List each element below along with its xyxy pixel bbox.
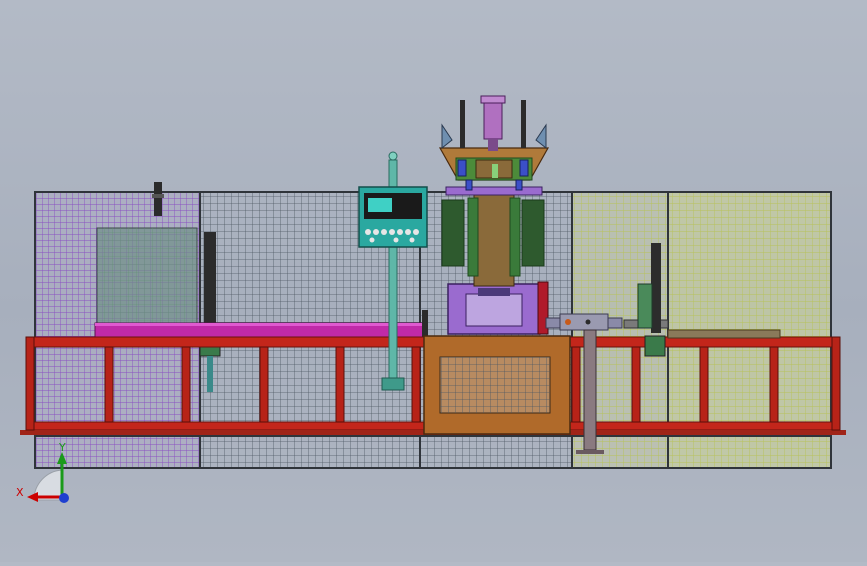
pole-base (381, 377, 405, 391)
conveyor-belt-top (95, 323, 425, 326)
side-plate-left (441, 199, 465, 267)
mold-window (465, 293, 523, 327)
mold-clamp (478, 288, 510, 296)
support-column (583, 329, 597, 451)
guide-rod-left (207, 356, 213, 392)
side-plate-right (521, 199, 545, 267)
cylinder-rod (488, 139, 498, 151)
nozzle (492, 164, 498, 178)
hopper-wing-right (535, 123, 547, 150)
cylinder-icon[interactable] (483, 102, 503, 140)
model-canvas[interactable]: X Y (0, 0, 867, 562)
x-axis-arrow (27, 492, 38, 502)
column-side-right (509, 197, 521, 277)
hopper-wing-left (441, 123, 453, 150)
sensor-post (154, 182, 162, 216)
right-cylinder (637, 283, 653, 329)
sensor-clamp (152, 194, 164, 198)
guide-post-left (204, 232, 216, 332)
cad-viewport[interactable]: X Y (0, 0, 867, 562)
z-axis-icon (59, 493, 69, 503)
upper-platen (445, 186, 543, 196)
hmi-display (368, 198, 392, 212)
tie-rod-left (460, 100, 465, 148)
column-side-left (467, 197, 479, 277)
x-axis-label: X (16, 486, 24, 499)
carriage-bolt (585, 319, 591, 325)
hopper-mesh (97, 228, 197, 324)
support-foot (576, 450, 604, 454)
pole-cap (388, 151, 398, 161)
cylinder-cap (480, 95, 506, 104)
press-column[interactable] (473, 193, 515, 287)
press-base-mesh (440, 357, 550, 413)
right-conveyor[interactable] (667, 329, 781, 339)
y-axis-label: Y (58, 441, 66, 454)
guide-block-right (644, 335, 666, 357)
carriage-indicator (565, 319, 571, 325)
tie-rod-right (521, 100, 526, 148)
